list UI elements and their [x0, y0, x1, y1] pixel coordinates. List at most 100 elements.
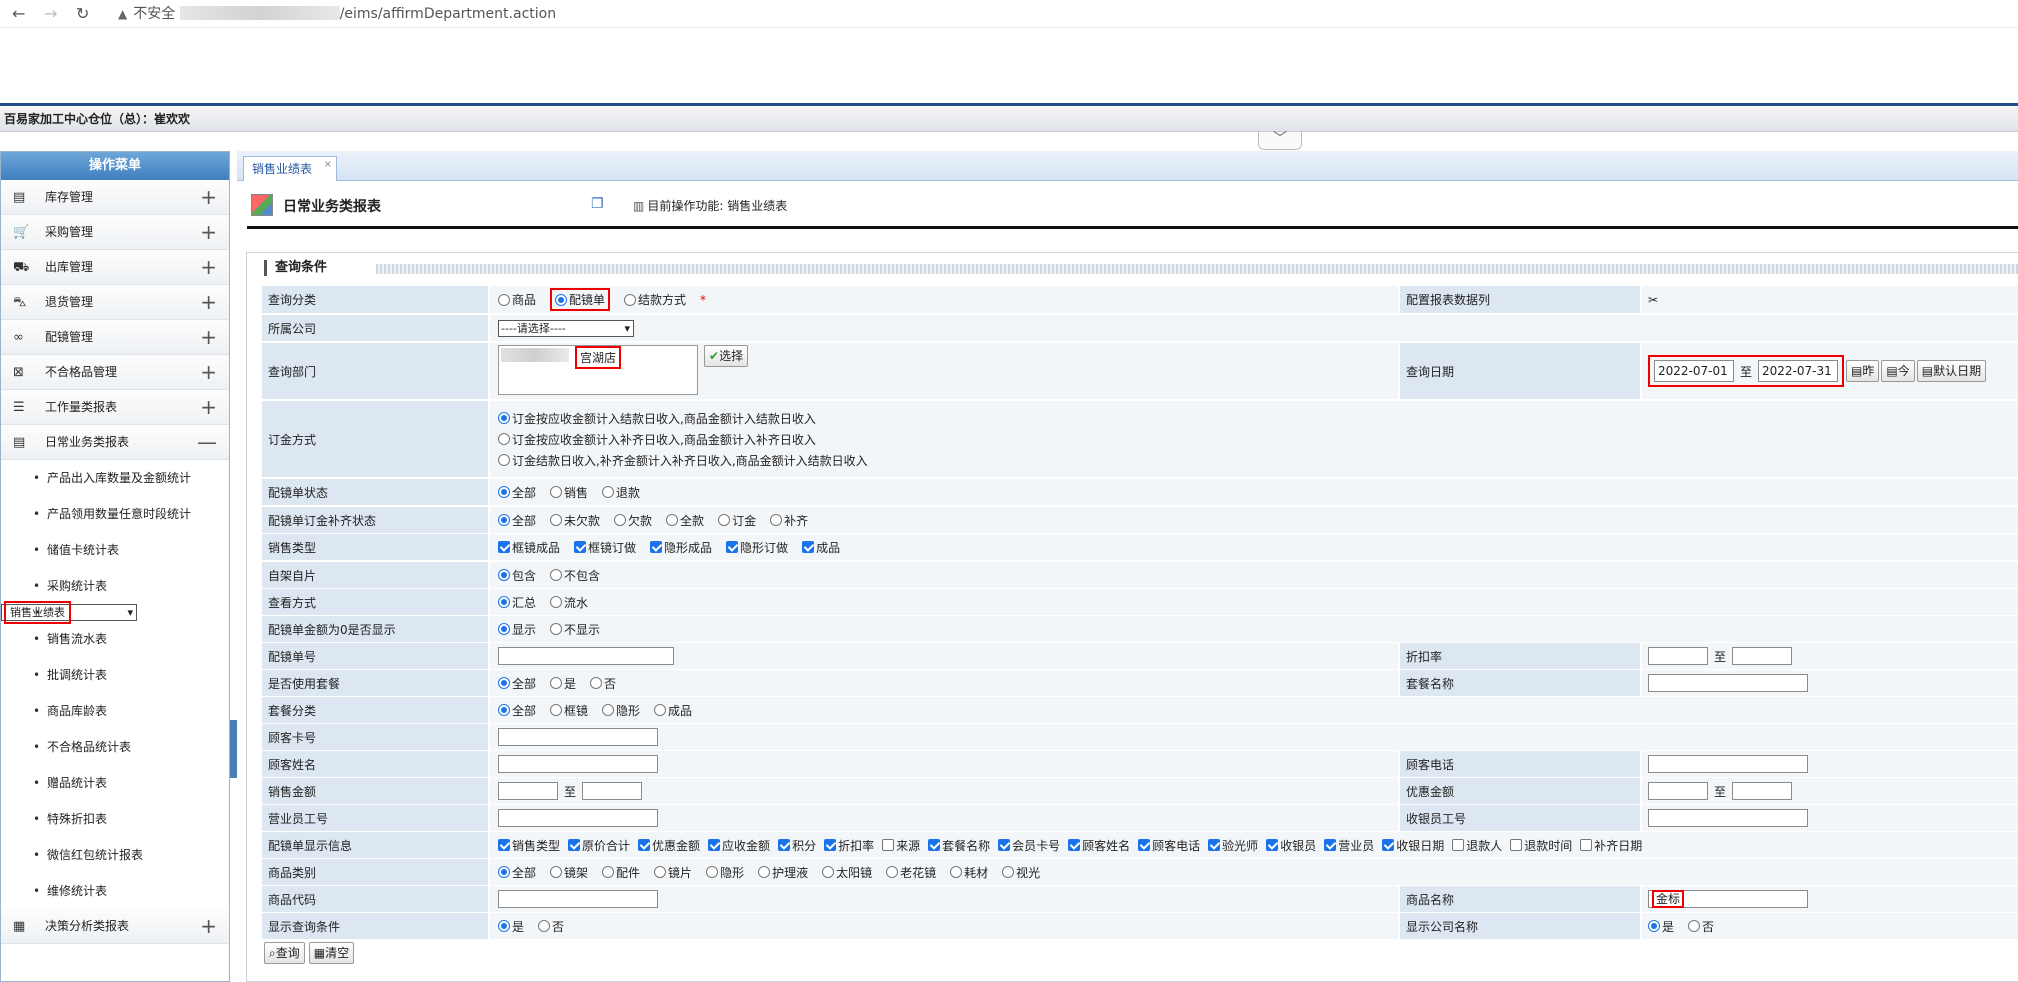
- checkbox[interactable]: [998, 839, 1011, 851]
- radio-option[interactable]: 耗材: [950, 864, 988, 881]
- radio-option[interactable]: 老花镜: [886, 864, 936, 881]
- sidebar-module-0[interactable]: ▤ 库存管理 +: [1, 180, 229, 215]
- radio-option[interactable]: 否: [590, 675, 616, 692]
- checkbox-option[interactable]: 验光师: [1208, 837, 1258, 854]
- discount-to-input[interactable]: [1732, 647, 1793, 665]
- yesterday-button[interactable]: ▤昨: [1846, 360, 1880, 382]
- radio-button[interactable]: [666, 514, 679, 526]
- expand-icon[interactable]: +: [200, 390, 217, 425]
- radio-button[interactable]: [1002, 866, 1015, 878]
- radio-button[interactable]: [718, 514, 731, 526]
- radio-button[interactable]: [550, 596, 563, 608]
- radio-button[interactable]: [590, 677, 603, 689]
- checkbox[interactable]: [802, 541, 815, 553]
- close-icon[interactable]: ×: [324, 153, 332, 177]
- radio-button[interactable]: [498, 293, 510, 306]
- sidebar-subitem[interactable]: 储值卡统计表: [1, 532, 229, 568]
- radio-button[interactable]: [550, 866, 563, 878]
- radio-option[interactable]: 全部: [498, 484, 536, 501]
- salesperson-id-input[interactable]: [498, 809, 658, 827]
- checkbox[interactable]: [1510, 839, 1523, 851]
- radio-button[interactable]: [498, 623, 510, 635]
- radio-option[interactable]: 镜架: [550, 864, 588, 881]
- checkbox-option[interactable]: 补齐日期: [1580, 837, 1642, 854]
- sidebar-subitem[interactable]: 微信红包统计报表: [1, 837, 229, 873]
- checkbox-option[interactable]: 折扣率: [824, 837, 874, 854]
- radio-option[interactable]: 隐形: [706, 864, 744, 881]
- radio-option[interactable]: 销售: [550, 484, 588, 501]
- sidebar-subitem[interactable]: 产品出入库数量及金额统计: [1, 460, 229, 496]
- expand-icon[interactable]: +: [200, 909, 217, 944]
- radio-button[interactable]: [555, 293, 568, 306]
- sidebar-module-decision[interactable]: ▦ 决策分析类报表 +: [1, 909, 229, 944]
- reload-icon[interactable]: ↻: [76, 4, 89, 24]
- checkbox-option[interactable]: 来源: [882, 837, 920, 854]
- checkbox[interactable]: [824, 839, 837, 851]
- collapse-icon[interactable]: —: [197, 425, 217, 460]
- sidebar-splitter[interactable]: [230, 720, 237, 778]
- expand-icon[interactable]: +: [200, 180, 217, 215]
- radio-option[interactable]: 配件: [602, 864, 640, 881]
- sidebar-module-2[interactable]: ⛟ 出库管理 +: [1, 250, 229, 285]
- checkbox[interactable]: [726, 541, 739, 553]
- radio-option[interactable]: 退款: [602, 484, 640, 501]
- today-button[interactable]: ▤今: [1881, 360, 1915, 382]
- checkbox[interactable]: [1138, 839, 1151, 851]
- radio-button[interactable]: [498, 677, 510, 689]
- radio-option[interactable]: 全部: [498, 512, 536, 529]
- sidebar-subitem[interactable]: 维修统计表: [1, 873, 229, 909]
- checkbox-option[interactable]: 套餐名称: [928, 837, 990, 854]
- checkbox[interactable]: [1452, 839, 1465, 851]
- radio-button[interactable]: [498, 596, 510, 608]
- order-number-input[interactable]: [498, 647, 674, 665]
- radio-button[interactable]: [1648, 920, 1660, 932]
- radio-button[interactable]: [654, 866, 667, 878]
- address-bar[interactable]: ▲ 不安全 /eims/affirmDepartment.action: [118, 4, 556, 24]
- radio-option[interactable]: 结款方式: [624, 291, 686, 308]
- radio-option[interactable]: 流水: [550, 594, 588, 611]
- radio-button[interactable]: [498, 454, 510, 466]
- back-icon[interactable]: ←: [12, 4, 25, 24]
- checkbox[interactable]: [568, 839, 581, 851]
- department-textarea[interactable]: 宫湖店: [498, 345, 698, 395]
- radio-option[interactable]: 太阳镜: [822, 864, 872, 881]
- checkbox[interactable]: [650, 541, 663, 553]
- sidebar-subitem[interactable]: 商品库龄表: [1, 693, 229, 729]
- radio-button[interactable]: [822, 866, 835, 878]
- checkbox[interactable]: [1324, 839, 1337, 851]
- checkbox-option[interactable]: 收银员: [1266, 837, 1316, 854]
- tools-icon[interactable]: ✂: [1648, 293, 1658, 307]
- radio-option[interactable]: 汇总: [498, 594, 536, 611]
- checkbox-option[interactable]: 顾客姓名: [1068, 837, 1130, 854]
- radio-button[interactable]: [538, 920, 551, 932]
- checkbox[interactable]: [1580, 839, 1593, 851]
- radio-option[interactable]: 是: [1648, 918, 1674, 935]
- checkbox-option[interactable]: 隐形订做: [726, 539, 788, 556]
- radio-button[interactable]: [498, 412, 510, 424]
- checkbox[interactable]: [1068, 839, 1081, 851]
- date-from-input[interactable]: 2022-07-01: [1654, 360, 1734, 382]
- sales-amount-from-input[interactable]: [498, 782, 558, 800]
- package-name-input[interactable]: [1648, 674, 1808, 692]
- sidebar-module-4[interactable]: ∞ 配镜管理 +: [1, 320, 229, 355]
- checkbox[interactable]: [928, 839, 941, 851]
- radio-button[interactable]: [602, 704, 615, 716]
- checkbox[interactable]: [1208, 839, 1221, 851]
- radio-button[interactable]: [1688, 920, 1701, 932]
- sidebar-subitem[interactable]: 批调统计表: [1, 657, 229, 693]
- radio-button[interactable]: [758, 866, 771, 878]
- copy-icon[interactable]: ❐: [591, 196, 604, 212]
- radio-option[interactable]: 不包含: [550, 567, 600, 584]
- radio-option[interactable]: 全部: [498, 675, 536, 692]
- sales-amount-to-input[interactable]: [582, 782, 643, 800]
- checkbox[interactable]: [1382, 839, 1395, 851]
- product-name-input[interactable]: 金标: [1648, 890, 1808, 908]
- radio-button[interactable]: [654, 704, 667, 716]
- radio-button[interactable]: [498, 569, 510, 581]
- radio-option[interactable]: 订金按应收金额计入结款日收入,商品金额计入结款日收入: [498, 410, 816, 427]
- query-button[interactable]: ⌕查询: [264, 942, 305, 964]
- company-select[interactable]: ----请选择----: [498, 319, 634, 337]
- radio-option[interactable]: 镜片: [654, 864, 692, 881]
- sidebar-subitem[interactable]: 采购统计表: [1, 568, 229, 604]
- discount-amount-to-input[interactable]: [1732, 782, 1793, 800]
